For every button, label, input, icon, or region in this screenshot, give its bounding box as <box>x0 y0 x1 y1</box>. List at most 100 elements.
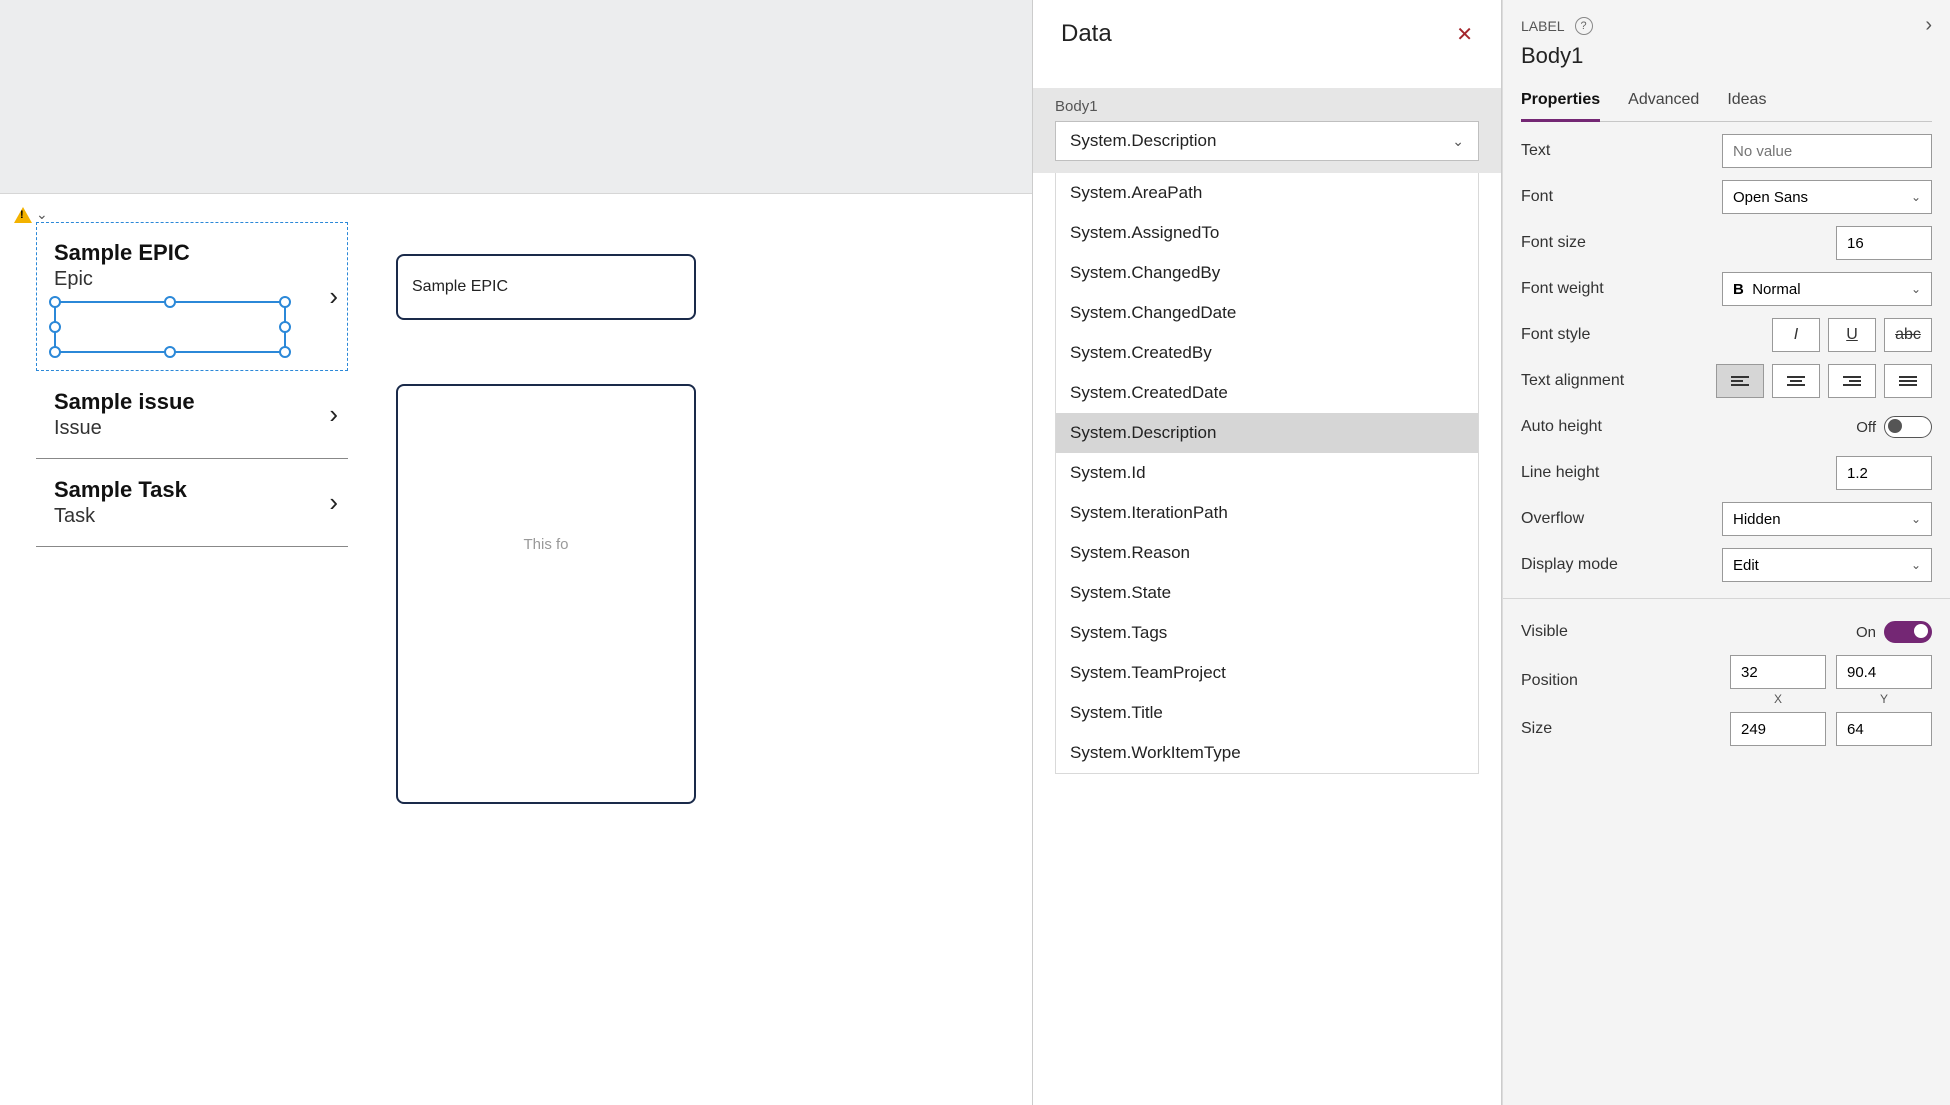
resize-handle[interactable] <box>164 346 176 358</box>
field-option[interactable]: System.Tags <box>1056 613 1478 653</box>
resize-handle[interactable] <box>164 296 176 308</box>
prop-text-label: Text <box>1521 142 1550 160</box>
list-item[interactable]: Sample issue Issue › <box>36 371 348 459</box>
field-option[interactable]: System.Reason <box>1056 533 1478 573</box>
canvas: ⌄ Sample EPIC Epic <box>0 0 1032 1105</box>
prop-position-label: Position <box>1521 672 1578 690</box>
detail-body[interactable]: This fo <box>396 384 696 804</box>
prop-fontstyle-label: Font style <box>1521 326 1590 344</box>
list-item-title: Sample issue <box>54 389 195 415</box>
display-mode-select[interactable]: Edit⌄ <box>1722 548 1932 582</box>
data-pane-title: Data <box>1061 20 1112 48</box>
italic-button[interactable]: I <box>1772 318 1820 352</box>
prop-lineheight-label: Line height <box>1521 464 1599 482</box>
align-left-icon <box>1731 375 1749 387</box>
auto-height-toggle[interactable] <box>1884 416 1932 438</box>
chevron-down-icon: ⌄ <box>1452 133 1464 150</box>
prop-size-label: Size <box>1521 720 1552 738</box>
font-select[interactable]: Open Sans⌄ <box>1722 180 1932 214</box>
selected-field: System.Description <box>1070 131 1216 151</box>
field-dropdown-list[interactable]: System.AreaPathSystem.AssignedToSystem.C… <box>1055 173 1479 774</box>
italic-icon: I <box>1794 326 1798 344</box>
resize-handle[interactable] <box>49 346 61 358</box>
field-option[interactable]: System.AreaPath <box>1056 173 1478 213</box>
list-item-title: Sample EPIC <box>54 240 286 266</box>
pos-y-input[interactable] <box>1836 655 1932 689</box>
field-option[interactable]: System.ChangedBy <box>1056 253 1478 293</box>
underline-button[interactable]: U <box>1828 318 1876 352</box>
strikethrough-button[interactable]: abc <box>1884 318 1932 352</box>
align-justify-button[interactable] <box>1884 364 1932 398</box>
chevron-down-icon: ⌄ <box>1911 282 1921 296</box>
field-option[interactable]: System.CreatedBy <box>1056 333 1478 373</box>
selection-box[interactable] <box>54 301 286 353</box>
visible-state: On <box>1856 624 1876 641</box>
prop-fontweight-label: Font weight <box>1521 280 1604 298</box>
field-option[interactable]: System.CreatedDate <box>1056 373 1478 413</box>
field-option[interactable]: System.IterationPath <box>1056 493 1478 533</box>
field-dropdown[interactable]: System.Description ⌄ <box>1055 121 1479 161</box>
chevron-down-icon: ⌄ <box>1911 512 1921 526</box>
underline-icon: U <box>1846 326 1858 344</box>
prop-textalign-label: Text alignment <box>1521 372 1624 390</box>
visible-toggle[interactable] <box>1884 621 1932 643</box>
prop-fontsize-label: Font size <box>1521 234 1586 252</box>
list-item[interactable]: Sample EPIC Epic › <box>36 222 348 371</box>
properties-pane: LABEL ? › Body1 Properties Advanced Idea… <box>1502 0 1950 1105</box>
tab-advanced[interactable]: Advanced <box>1628 83 1699 121</box>
field-option[interactable]: System.WorkItemType <box>1056 733 1478 773</box>
close-icon[interactable]: ✕ <box>1456 22 1473 47</box>
detail-title: Sample EPIC <box>412 278 680 296</box>
field-option[interactable]: System.AssignedTo <box>1056 213 1478 253</box>
object-name: Body1 <box>1521 43 1932 69</box>
align-left-button[interactable] <box>1716 364 1764 398</box>
text-input[interactable] <box>1722 134 1932 168</box>
canvas-warning[interactable]: ⌄ <box>14 206 48 223</box>
field-option[interactable]: System.Description <box>1056 413 1478 453</box>
chevron-right-icon[interactable]: › <box>1925 14 1932 37</box>
auto-height-state: Off <box>1856 419 1876 436</box>
list-item-subtitle: Epic <box>54 268 286 291</box>
font-weight-select[interactable]: B Normal⌄ <box>1722 272 1932 306</box>
align-center-icon <box>1787 375 1805 387</box>
align-right-icon <box>1843 375 1861 387</box>
resize-handle[interactable] <box>279 321 291 333</box>
prop-overflow-label: Overflow <box>1521 510 1584 528</box>
pos-x-input[interactable] <box>1730 655 1826 689</box>
prop-font-label: Font <box>1521 188 1553 206</box>
size-w-input[interactable] <box>1730 712 1826 746</box>
resize-handle[interactable] <box>49 321 61 333</box>
control-kind-label: LABEL <box>1521 18 1565 34</box>
help-icon[interactable]: ? <box>1575 17 1593 35</box>
chevron-down-icon[interactable]: ⌄ <box>36 206 48 223</box>
overflow-select[interactable]: Hidden⌄ <box>1722 502 1932 536</box>
size-h-input[interactable] <box>1836 712 1932 746</box>
line-height-input[interactable] <box>1836 456 1932 490</box>
chevron-down-icon: ⌄ <box>1911 558 1921 572</box>
data-section-label: Body1 <box>1055 98 1479 115</box>
field-option[interactable]: System.State <box>1056 573 1478 613</box>
chevron-right-icon: › <box>329 487 338 518</box>
align-right-button[interactable] <box>1828 364 1876 398</box>
tab-ideas[interactable]: Ideas <box>1727 83 1766 121</box>
list-item[interactable]: Sample Task Task › <box>36 459 348 547</box>
data-pane: Data ✕ Body1 System.Description ⌄ System… <box>1032 0 1502 1105</box>
list-item-title: Sample Task <box>54 477 187 503</box>
list-item-subtitle: Task <box>54 505 187 528</box>
field-option[interactable]: System.ChangedDate <box>1056 293 1478 333</box>
field-option[interactable]: System.Title <box>1056 693 1478 733</box>
prop-visible-label: Visible <box>1521 623 1568 641</box>
prop-autoheight-label: Auto height <box>1521 418 1602 436</box>
align-justify-icon <box>1899 375 1917 387</box>
align-center-button[interactable] <box>1772 364 1820 398</box>
field-option[interactable]: System.TeamProject <box>1056 653 1478 693</box>
resize-handle[interactable] <box>49 296 61 308</box>
font-size-input[interactable] <box>1836 226 1932 260</box>
resize-handle[interactable] <box>279 296 291 308</box>
list-item-subtitle: Issue <box>54 417 195 440</box>
warning-icon <box>14 207 32 223</box>
field-option[interactable]: System.Id <box>1056 453 1478 493</box>
resize-handle[interactable] <box>279 346 291 358</box>
tab-properties[interactable]: Properties <box>1521 83 1600 122</box>
detail-card[interactable]: Sample EPIC <box>396 254 696 320</box>
